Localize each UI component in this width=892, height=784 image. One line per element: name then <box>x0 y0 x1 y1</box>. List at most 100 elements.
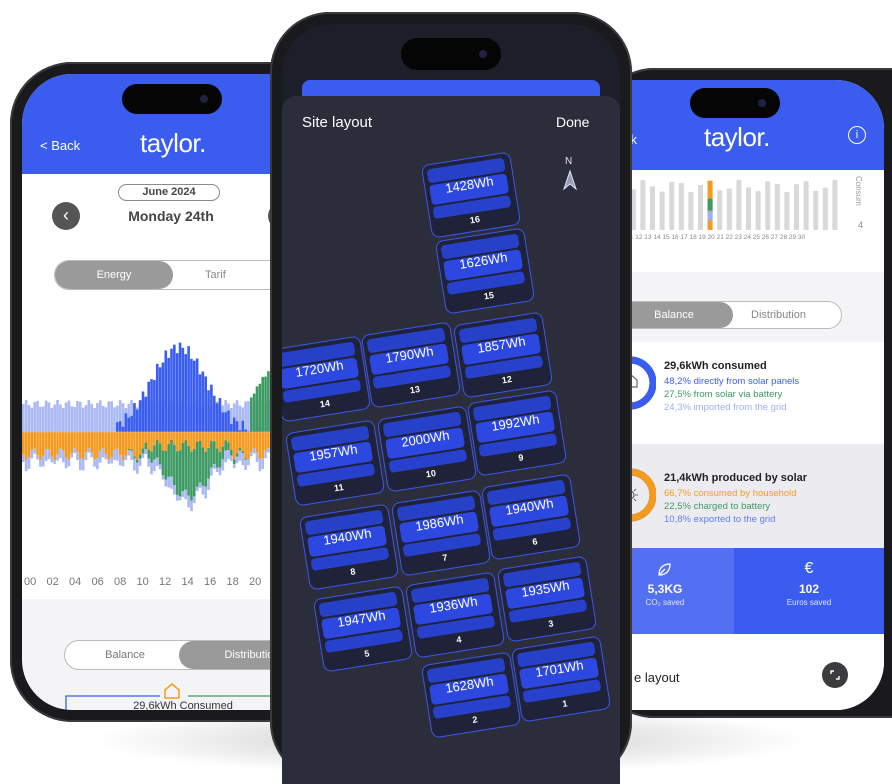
chart-bar-solar <box>227 410 230 432</box>
tab-balance[interactable]: Balance <box>65 641 185 669</box>
day-bar[interactable] <box>688 191 694 230</box>
site-layout-sheet: Site layout Done N 1428Wh 16 1626Wh 15 1720W… <box>282 96 620 784</box>
solar-panel-3[interactable]: 1935Wh 3 <box>496 555 598 643</box>
hour-tick: 10 <box>136 576 149 588</box>
chart-bar-misc <box>81 458 85 471</box>
chart-bar-misc <box>218 467 222 476</box>
chart-bar-grid <box>27 405 31 432</box>
solar-panel-10[interactable]: 2000Wh 10 <box>376 405 478 493</box>
chart-bar-solar <box>147 381 150 432</box>
chart-bar-export <box>224 432 227 441</box>
chart-bar-misc <box>235 456 239 464</box>
consumed-title: 29,6kWh consumed <box>664 360 767 372</box>
day-bar[interactable] <box>746 187 751 230</box>
chart-bar-misc <box>33 448 36 454</box>
chart-bar-battery <box>264 376 267 432</box>
chart-bar-export <box>247 432 250 459</box>
chart-bar-export <box>96 432 99 459</box>
chart-bar-misc <box>90 452 93 458</box>
back-button[interactable]: < Back <box>40 138 80 153</box>
solar-panel-11[interactable]: 1957Wh 11 <box>284 419 386 507</box>
solar-panel-8[interactable]: 1940Wh 8 <box>298 503 400 591</box>
hour-tick: 02 <box>46 576 59 588</box>
solar-panel-9[interactable]: 1992Wh 9 <box>466 389 568 477</box>
chart-bar-export <box>264 432 267 451</box>
chart-bar-solar <box>124 413 128 432</box>
chart-bar-grid <box>104 407 108 432</box>
day-bar[interactable] <box>650 186 655 230</box>
chart-bar-grid <box>61 407 65 432</box>
tab-balance[interactable]: Balance <box>615 302 733 328</box>
chart-bar-misc <box>161 475 165 480</box>
chart-bar-misc <box>76 451 79 461</box>
chart-bar-export <box>167 432 170 445</box>
chart-bar-charge <box>181 442 185 492</box>
chart-bar-misc <box>244 459 247 470</box>
day-bar[interactable] <box>698 185 703 230</box>
app-header: ck taylor. i <box>596 80 884 170</box>
info-icon[interactable]: i <box>848 126 866 144</box>
day-bar[interactable] <box>822 187 828 230</box>
chart-bar-charge <box>178 450 182 497</box>
solar-panel-7[interactable]: 1986Wh 7 <box>390 489 492 577</box>
day-bar[interactable] <box>794 184 799 230</box>
day-bar[interactable] <box>717 190 723 230</box>
chart-bar-grid <box>110 401 113 432</box>
day-bar[interactable] <box>813 190 819 230</box>
solar-panel-16[interactable]: 1428Wh 16 <box>420 151 522 239</box>
chart-bar-solar <box>164 350 168 432</box>
expand-icon[interactable] <box>822 662 848 688</box>
tab-energy[interactable]: Energy <box>55 261 173 289</box>
chart-bar-misc <box>130 450 133 461</box>
month-selector[interactable]: June 2024 <box>118 184 220 201</box>
tab-distribution[interactable]: Distribution <box>751 302 841 328</box>
solar-panel-4[interactable]: 1936Wh 4 <box>404 571 506 659</box>
day-bar-segment <box>707 198 713 211</box>
chart-bar-export <box>201 432 205 448</box>
chart-bar-battery <box>255 386 259 432</box>
solar-panel-15[interactable]: 1626Wh 15 <box>434 227 536 315</box>
day-bar[interactable] <box>784 191 790 230</box>
chart-bar-misc <box>118 455 122 466</box>
chart-bar-battery <box>252 393 256 432</box>
day-bar[interactable] <box>774 183 780 230</box>
site-layout-row[interactable]: e layout <box>596 634 884 710</box>
site-layout-screen: Site layout Done N 1428Wh 16 1626Wh 15 1720W… <box>282 24 620 784</box>
prev-day-button[interactable]: ‹ <box>52 202 80 230</box>
solar-panel-1[interactable]: 1701Wh 1 <box>510 635 612 723</box>
day-bar[interactable] <box>640 180 646 230</box>
day-bar[interactable] <box>678 183 684 230</box>
day-bar[interactable] <box>736 180 742 230</box>
solar-panel-13[interactable]: 1790Wh 13 <box>360 321 462 409</box>
chart-bar-misc <box>264 450 267 459</box>
day-bar[interactable] <box>726 188 732 230</box>
solar-panel-6[interactable]: 1940Wh 6 <box>480 473 582 561</box>
day-bar[interactable] <box>832 180 838 230</box>
solar-panel-12[interactable]: 1857Wh 12 <box>452 311 554 399</box>
day-bar[interactable] <box>755 191 761 230</box>
solar-panel-14[interactable]: 1720Wh 14 <box>282 335 372 423</box>
chart-bar-export <box>59 432 62 449</box>
day-bar[interactable] <box>765 181 771 230</box>
chart-bar-solar <box>187 346 190 432</box>
chart-bar-charge <box>164 450 168 480</box>
day-bar[interactable] <box>659 191 665 230</box>
chart-bar-solar <box>212 395 216 432</box>
day-bar[interactable] <box>803 181 809 230</box>
chart-bar-export <box>73 432 76 449</box>
dynamic-island <box>122 84 222 114</box>
dynamic-island <box>690 88 780 118</box>
chart-bar-solar <box>127 417 131 432</box>
chart-bar-misc <box>44 449 48 461</box>
chart-bar-misc <box>73 448 76 454</box>
chart-bar-export <box>150 432 153 452</box>
chart-bar-solar <box>153 379 156 432</box>
solar-panel-5[interactable]: 1947Wh 5 <box>312 585 414 673</box>
chart-bar-solar <box>144 396 148 432</box>
chart-bar-misc <box>141 453 145 458</box>
chart-bar-solar <box>221 412 225 432</box>
chart-bar-misc <box>93 459 96 467</box>
day-bar[interactable] <box>669 181 675 230</box>
solar-panel-2[interactable]: 1628Wh 2 <box>420 651 522 739</box>
chart-bar-export <box>207 432 210 448</box>
